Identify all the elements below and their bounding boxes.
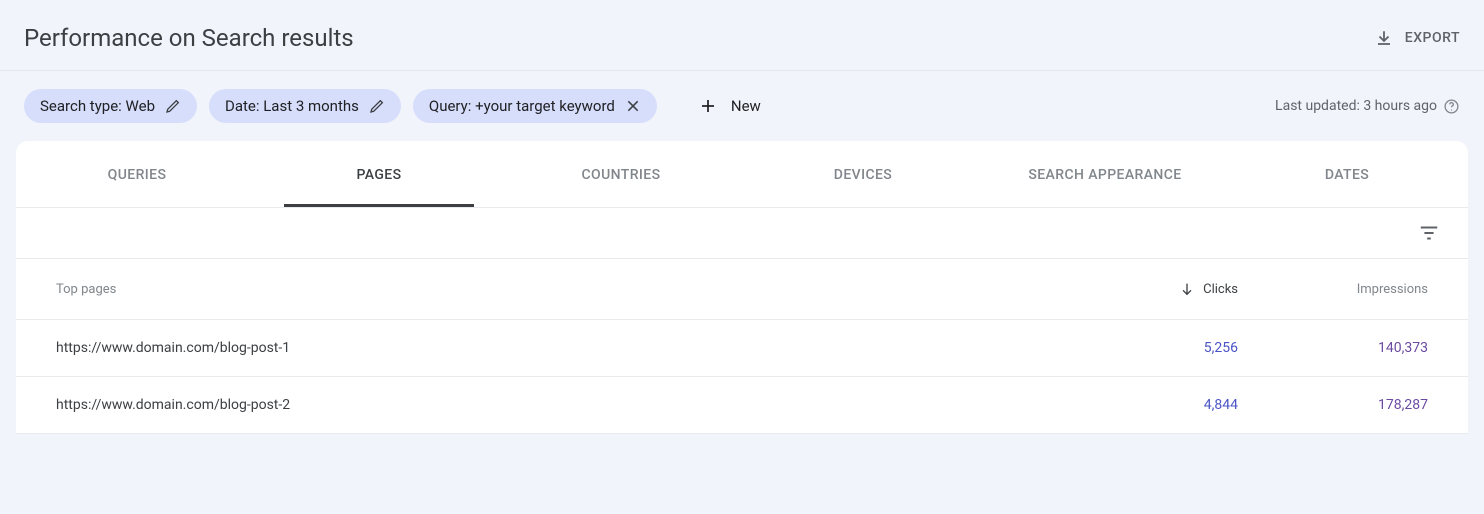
cell-impressions: 140,373 bbox=[1238, 340, 1428, 356]
results-card: QUERIES PAGES COUNTRIES DEVICES SEARCH A… bbox=[16, 141, 1468, 434]
chip-label: Query: +your target keyword bbox=[429, 97, 615, 115]
export-label: EXPORT bbox=[1405, 30, 1460, 46]
help-icon[interactable] bbox=[1443, 98, 1460, 115]
tab-search-appearance[interactable]: SEARCH APPEARANCE bbox=[984, 141, 1226, 207]
pencil-icon bbox=[165, 98, 181, 114]
filter-chip-query[interactable]: Query: +your target keyword bbox=[413, 89, 657, 123]
tab-devices[interactable]: DEVICES bbox=[742, 141, 984, 207]
tab-dates[interactable]: DATES bbox=[1226, 141, 1468, 207]
add-filter-button[interactable]: New bbox=[687, 89, 773, 123]
clicks-label: Clicks bbox=[1203, 282, 1238, 297]
tabs: QUERIES PAGES COUNTRIES DEVICES SEARCH A… bbox=[16, 141, 1468, 208]
close-icon[interactable] bbox=[625, 98, 641, 114]
column-header-clicks[interactable]: Clicks bbox=[1058, 281, 1238, 297]
last-updated-text: Last updated: 3 hours ago bbox=[1275, 98, 1437, 114]
sort-down-icon bbox=[1179, 281, 1195, 297]
tab-queries[interactable]: QUERIES bbox=[16, 141, 258, 207]
plus-icon bbox=[699, 97, 717, 115]
pencil-icon bbox=[369, 98, 385, 114]
filter-list-icon[interactable] bbox=[1418, 222, 1440, 244]
column-header-page[interactable]: Top pages bbox=[56, 282, 1058, 297]
column-header-impressions[interactable]: Impressions bbox=[1238, 282, 1428, 297]
new-filter-label: New bbox=[731, 97, 761, 115]
cell-clicks: 5,256 bbox=[1058, 340, 1238, 356]
table-header: Top pages Clicks Impressions bbox=[16, 259, 1468, 320]
cell-page: https://www.domain.com/blog-post-2 bbox=[56, 397, 1058, 413]
chip-label: Search type: Web bbox=[40, 97, 155, 115]
tab-countries[interactable]: COUNTRIES bbox=[500, 141, 742, 207]
cell-page: https://www.domain.com/blog-post-1 bbox=[56, 340, 1058, 356]
filter-chip-date[interactable]: Date: Last 3 months bbox=[209, 89, 401, 123]
page-title: Performance on Search results bbox=[24, 24, 354, 52]
filter-chip-search-type[interactable]: Search type: Web bbox=[24, 89, 197, 123]
cell-clicks: 4,844 bbox=[1058, 397, 1238, 413]
cell-impressions: 178,287 bbox=[1238, 397, 1428, 413]
chip-label: Date: Last 3 months bbox=[225, 97, 359, 115]
tab-pages[interactable]: PAGES bbox=[258, 141, 500, 207]
table-row[interactable]: https://www.domain.com/blog-post-2 4,844… bbox=[16, 377, 1468, 434]
download-icon bbox=[1375, 29, 1393, 47]
export-button[interactable]: EXPORT bbox=[1375, 29, 1460, 47]
table-row[interactable]: https://www.domain.com/blog-post-1 5,256… bbox=[16, 320, 1468, 377]
